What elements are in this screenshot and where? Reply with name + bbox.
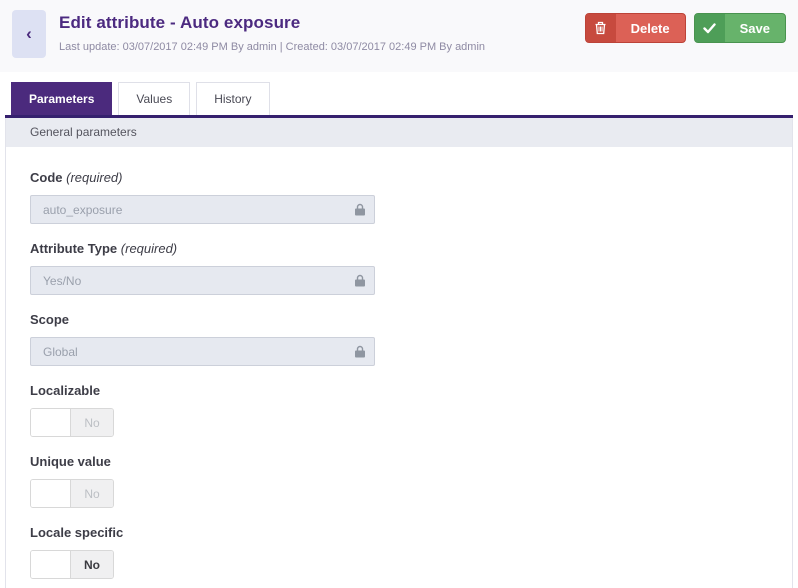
scope-label: Scope: [30, 312, 768, 327]
localizable-switch-value: No: [71, 409, 113, 436]
attribute-type-label: Attribute Type (required): [30, 241, 768, 256]
code-label-text: Code: [30, 170, 63, 185]
tab-values[interactable]: Values: [118, 82, 190, 115]
chevron-left-icon: ‹: [26, 24, 32, 44]
page-title: Edit attribute - Auto exposure: [59, 13, 485, 33]
attribute-type-input-wrap: [30, 266, 375, 295]
scope-input[interactable]: [30, 337, 375, 366]
field-group-scope: Scope: [30, 312, 768, 366]
field-group-unique-value: Unique value No: [30, 454, 768, 508]
save-button[interactable]: Save: [694, 13, 786, 43]
switch-knob: [31, 551, 71, 578]
general-parameters-form: Code (required) Attribute Type (required…: [6, 147, 792, 579]
code-input[interactable]: [30, 195, 375, 224]
unique-value-switch[interactable]: No: [30, 479, 114, 508]
page-meta: Last update: 03/07/2017 02:49 PM By admi…: [59, 41, 485, 53]
scope-input-wrap: [30, 337, 375, 366]
locale-specific-label: Locale specific: [30, 525, 768, 540]
localizable-label: Localizable: [30, 383, 768, 398]
tab-history[interactable]: History: [196, 82, 269, 115]
field-group-code: Code (required): [30, 170, 768, 224]
code-required-text: (required): [66, 170, 122, 185]
lock-icon: [354, 203, 366, 216]
code-label: Code (required): [30, 170, 768, 185]
code-input-wrap: [30, 195, 375, 224]
scope-label-text: Scope: [30, 312, 69, 327]
attribute-type-label-text: Attribute Type: [30, 241, 117, 256]
tab-parameters[interactable]: Parameters: [11, 82, 112, 115]
save-button-label: Save: [725, 14, 785, 42]
attribute-type-input[interactable]: [30, 266, 375, 295]
locale-specific-switch[interactable]: No: [30, 550, 114, 579]
locale-specific-switch-value: No: [71, 551, 113, 578]
attribute-type-required-text: (required): [121, 241, 177, 256]
section-header: General parameters: [6, 118, 792, 147]
delete-button[interactable]: Delete: [585, 13, 686, 43]
parameters-panel: General parameters Code (required) Attri…: [5, 118, 793, 588]
localizable-switch[interactable]: No: [30, 408, 114, 437]
back-button[interactable]: ‹: [12, 10, 46, 58]
tab-bar: Parameters Values History: [5, 82, 793, 118]
delete-button-label: Delete: [616, 14, 685, 42]
header-text: Edit attribute - Auto exposure Last upda…: [59, 10, 485, 53]
unique-value-switch-value: No: [71, 480, 113, 507]
page-header: ‹ Edit attribute - Auto exposure Last up…: [0, 0, 798, 72]
lock-icon: [354, 345, 366, 358]
lock-icon: [354, 274, 366, 287]
switch-knob: [31, 409, 71, 436]
field-group-locale-specific: Locale specific No: [30, 525, 768, 579]
header-actions: Delete Save: [585, 10, 786, 43]
trash-icon: [586, 14, 616, 42]
check-icon: [695, 14, 725, 42]
unique-value-label: Unique value: [30, 454, 768, 469]
field-group-attribute-type: Attribute Type (required): [30, 241, 768, 295]
field-group-localizable: Localizable No: [30, 383, 768, 437]
switch-knob: [31, 480, 71, 507]
